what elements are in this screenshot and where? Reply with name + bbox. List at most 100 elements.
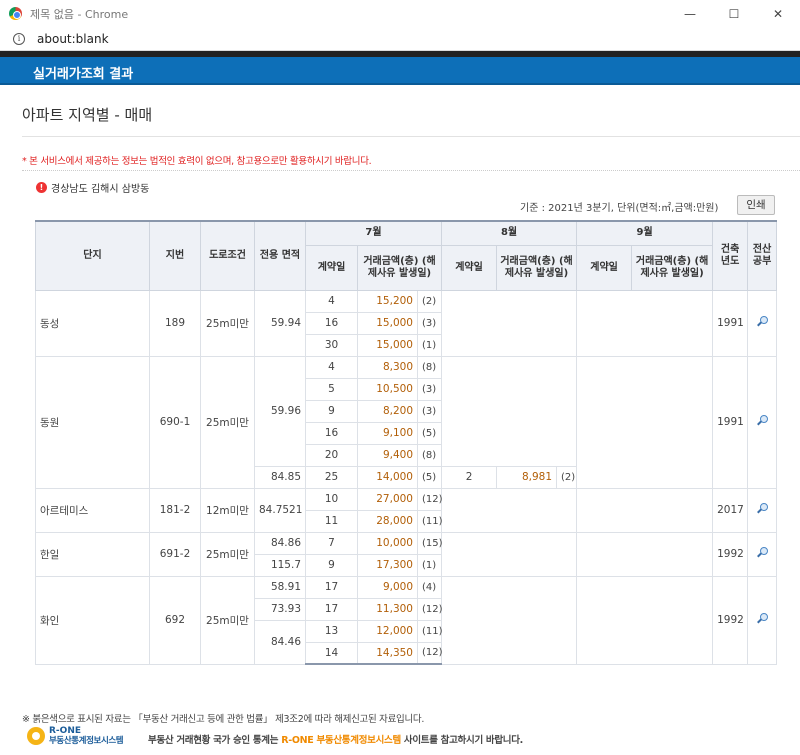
table-row: 동성 189 25m미만 59.94 4 15,200 (2) 1991 <box>35 289 778 357</box>
deal-amount: 17,300 <box>357 553 418 577</box>
deal-amount: 9,400 <box>357 443 418 467</box>
complex-name: 아르테미스 <box>35 487 150 533</box>
area-value: 73.93 <box>254 597 306 621</box>
deal-day: 17 <box>305 575 358 599</box>
build-year: 1992 <box>712 575 749 665</box>
deal-floor: (4) <box>416 575 443 599</box>
deal-day: 13 <box>305 619 358 643</box>
aug-empty <box>441 575 578 665</box>
r-one-logo[interactable]: R-ONE 부동산통계정보시스템 <box>27 726 124 746</box>
magnifier-icon[interactable] <box>757 316 768 327</box>
deal-amount: 14,000 <box>357 465 418 489</box>
deal-day: 17 <box>305 597 358 621</box>
url-text[interactable]: about:blank <box>37 32 109 46</box>
deal-floor: (3) <box>416 377 443 401</box>
deal-amount: 8,300 <box>357 355 418 379</box>
area-value: 84.85 <box>254 465 306 489</box>
magnifier-icon[interactable] <box>757 613 768 624</box>
logo-brand: R-ONE <box>49 726 81 736</box>
deal-day: 25 <box>305 465 358 489</box>
deal-floor: (11) <box>416 509 443 533</box>
complex-name: 동원 <box>35 355 150 489</box>
registry-link[interactable] <box>747 575 778 665</box>
lot-number: 181-2 <box>149 487 201 533</box>
col-registry: 전산 공부 <box>747 220 778 291</box>
deal-day: 4 <box>305 355 358 379</box>
magnifier-icon[interactable] <box>757 415 768 426</box>
col-lot: 지번 <box>149 220 201 291</box>
print-button[interactable]: 인쇄 <box>737 195 775 215</box>
deal-day: 2 <box>441 465 498 489</box>
deal-floor: (5) <box>416 421 443 445</box>
logo-subtitle: 부동산통계정보시스템 <box>49 736 124 746</box>
info-icon[interactable]: i <box>13 32 25 45</box>
deal-amount: 8,200 <box>357 399 418 423</box>
sep-empty <box>576 487 714 533</box>
registry-link[interactable] <box>747 531 778 577</box>
heading-divider <box>22 136 800 137</box>
registry-link[interactable] <box>747 487 778 533</box>
col-complex: 단지 <box>35 220 150 291</box>
r-one-link[interactable]: R-ONE <box>281 735 314 746</box>
region-label: ! 경상남도 김해시 삼방동 <box>36 180 149 195</box>
basis-text: 기준 : 2021년 3분기, 단위(면적:㎡,금액:만원) <box>520 203 719 214</box>
deal-floor: (8) <box>416 443 443 467</box>
deal-floor: (12) <box>416 487 443 511</box>
deal-day: 7 <box>305 531 358 555</box>
build-year: 1992 <box>712 531 749 577</box>
col-jul-day: 계약일 <box>305 244 358 291</box>
deal-day: 9 <box>305 553 358 577</box>
deal-day: 11 <box>305 509 358 533</box>
address-bar[interactable]: i about:blank <box>0 27 800 51</box>
minimize-button[interactable]: — <box>668 0 712 27</box>
deal-amount: 8,981 <box>496 465 558 489</box>
road-condition: 25m미만 <box>200 575 255 665</box>
deal-day: 10 <box>305 487 358 511</box>
registry-link[interactable] <box>747 289 778 357</box>
registry-link[interactable] <box>747 355 778 489</box>
col-sep-amount: 거래금액(층) (해제사유 발생일) <box>631 244 714 291</box>
deal-amount: 27,000 <box>357 487 418 511</box>
sep-empty <box>576 531 714 577</box>
alert-icon: ! <box>36 182 47 193</box>
deals-table: 단지 지번 도로조건 전용 면적 7월 8월 9월 건축 년도 전산 공부 계약… <box>35 220 778 665</box>
deal-day: 14 <box>305 641 358 665</box>
col-aug-day: 계약일 <box>441 244 498 291</box>
result-header-title: 실거래가조회 결과 <box>33 67 134 82</box>
magnifier-icon[interactable] <box>757 503 768 514</box>
deal-amount: 12,000 <box>357 619 418 643</box>
disclaimer-notice: * 본 서비스에서 제공하는 정보는 법적인 효력이 없으며, 참고용으로만 활… <box>22 156 372 167</box>
lot-number: 690-1 <box>149 355 201 489</box>
aug-empty <box>441 289 578 357</box>
deal-floor: (3) <box>416 399 443 423</box>
aug-empty <box>441 355 578 467</box>
road-condition: 25m미만 <box>200 531 255 577</box>
area-value: 84.7521 <box>254 487 306 533</box>
sep-empty <box>576 575 714 665</box>
close-button[interactable]: ✕ <box>756 0 800 27</box>
deal-amount: 14,350 <box>357 641 418 665</box>
col-month-aug: 8월 <box>441 220 578 246</box>
area-value: 58.91 <box>254 575 306 599</box>
deal-floor: (12) <box>416 641 443 665</box>
deal-floor: (11) <box>416 619 443 643</box>
aug-empty <box>441 487 578 533</box>
deal-amount: 15,200 <box>357 289 418 313</box>
notice-divider <box>22 170 800 171</box>
table-row: 아르테미스 181-2 12m미만 84.7521 10 27,000 (12)… <box>35 487 778 533</box>
magnifier-icon[interactable] <box>757 547 768 558</box>
road-condition: 25m미만 <box>200 355 255 489</box>
deal-floor: (12) <box>416 597 443 621</box>
deal-floor: (15) <box>416 531 443 555</box>
col-jul-amount: 거래금액(층) (해제사유 발생일) <box>356 244 443 291</box>
deal-floor: (8) <box>416 355 443 379</box>
maximize-button[interactable]: ☐ <box>712 0 756 27</box>
chrome-logo-icon <box>9 7 22 20</box>
table-row: 화인 692 25m미만 58.91 17 9,000 (4) 1992 <box>35 575 778 665</box>
table-row: 한일 691-2 25m미만 84.86 7 10,000 (15) 1992 <box>35 531 778 577</box>
area-value: 59.94 <box>254 289 306 357</box>
sep-empty <box>576 289 714 357</box>
col-sep-day: 계약일 <box>576 244 633 291</box>
sep-empty <box>576 355 714 489</box>
area-value: 115.7 <box>254 553 306 577</box>
